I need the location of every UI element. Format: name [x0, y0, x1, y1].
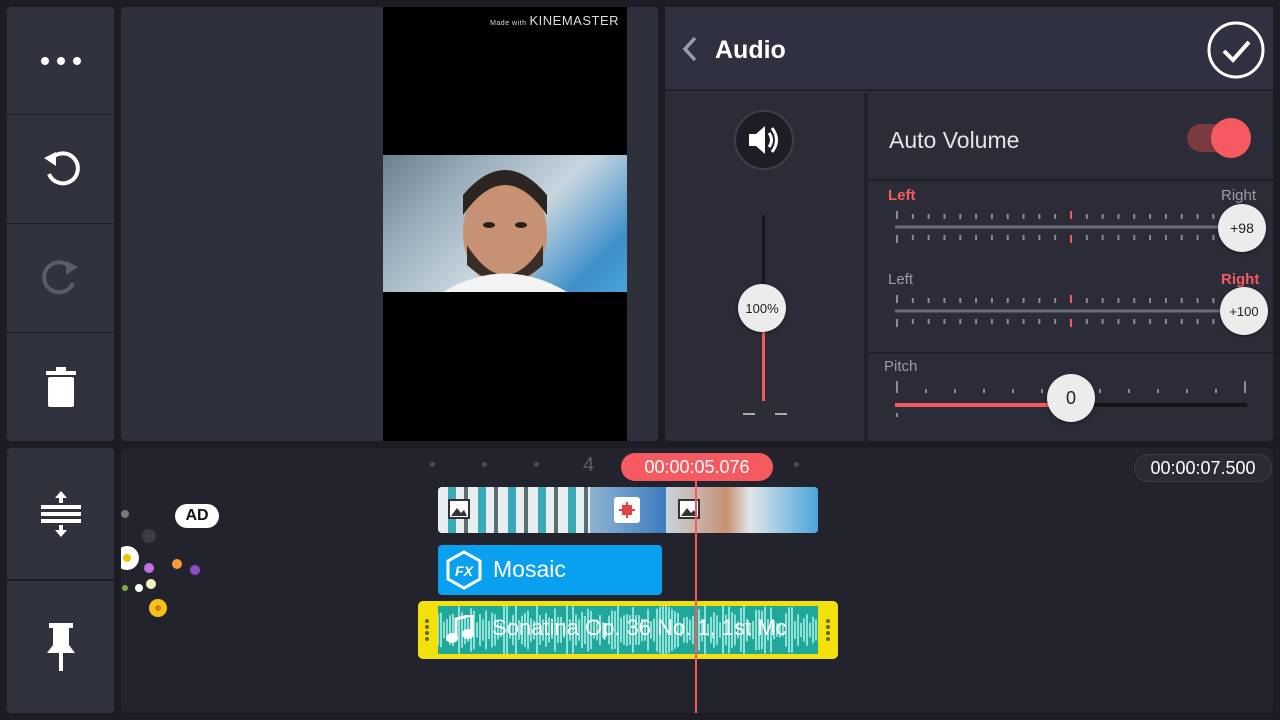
more-icon [39, 55, 83, 67]
divider [868, 179, 1273, 181]
fx-icon: FX [444, 550, 484, 595]
track-height-icon [40, 490, 81, 537]
ruler-dot [482, 462, 487, 467]
speaker-icon[interactable] [733, 109, 795, 176]
music-note-icon [446, 613, 474, 650]
pan1-left-label: Left [888, 187, 916, 204]
trim-handle-right[interactable] [825, 618, 831, 647]
pin-icon [45, 623, 77, 671]
delete-button[interactable] [7, 333, 114, 441]
audio-clip-label: Sonatina Op. 36 No. 1, 1st Mc [492, 615, 787, 640]
undo-icon [40, 148, 82, 190]
back-icon[interactable] [681, 35, 699, 68]
playhead-line[interactable] [695, 481, 697, 713]
video-thumbnail [383, 155, 627, 292]
video-preview[interactable]: Made with KINEMASTER [121, 7, 658, 441]
transition-icon[interactable] [614, 497, 640, 523]
divider [868, 352, 1273, 354]
track-height-button[interactable] [7, 448, 114, 579]
audio-clip[interactable]: Sonatina Op. 36 No. 1, 1st Mc [418, 601, 838, 659]
svg-text:FX: FX [455, 563, 475, 579]
fx-clip[interactable]: FX Mosaic [438, 545, 662, 595]
pitch-slider-knob[interactable]: 0 [1047, 374, 1095, 422]
image-icon [448, 499, 470, 524]
auto-volume-toggle-knob[interactable] [1211, 118, 1251, 158]
playhead-time[interactable]: 00:00:05.076 [621, 453, 773, 481]
audio-header: Audio [665, 7, 1273, 91]
panel-title: Audio [715, 36, 786, 64]
ruler-dot [430, 462, 435, 467]
pitch-label: Pitch [884, 358, 918, 375]
confirm-button[interactable] [1207, 21, 1265, 84]
watermark: Made with KINEMASTER [490, 13, 619, 28]
volume-tick [743, 413, 755, 415]
delete-icon [44, 367, 78, 407]
divider [864, 93, 868, 441]
ruler-dot [794, 462, 799, 467]
pan1-slider[interactable] [895, 207, 1247, 247]
pan2-right-label: Right [1221, 271, 1260, 288]
trim-handle-left[interactable] [424, 618, 430, 647]
ruler-dot [534, 462, 539, 467]
pan2-left-label: Left [888, 271, 914, 288]
pan2-ticks [895, 295, 1247, 327]
volume-slider-knob[interactable]: 100% [738, 284, 786, 332]
pin-button[interactable] [7, 581, 114, 713]
video-frame: Made with KINEMASTER [383, 7, 627, 441]
flowers-sticker [115, 508, 211, 625]
fx-clip-label: Mosaic [493, 556, 566, 582]
pan2-slider-knob[interactable]: +100 [1220, 287, 1268, 335]
auto-volume-label: Auto Volume [889, 127, 1020, 153]
video-clip[interactable] [438, 487, 818, 533]
redo-icon [40, 257, 82, 299]
pan1-right-label: Right [1221, 187, 1257, 204]
pan2-slider[interactable] [895, 291, 1247, 331]
redo-button[interactable] [7, 224, 114, 332]
audio-panel: Audio 100% Auto Volume Left Right +98 Le… [665, 7, 1273, 441]
volume-tick [775, 413, 787, 415]
total-time: 00:00:07.500 [1134, 454, 1272, 482]
more-button[interactable] [7, 7, 114, 114]
pan1-ticks [895, 211, 1247, 243]
pan1-slider-knob[interactable]: +98 [1218, 204, 1266, 252]
timeline[interactable]: 4 00:00:05.076 00:00:07.500 AD FX Mosaic… [115, 448, 1273, 713]
ruler-marker: 4 [583, 454, 595, 476]
undo-button[interactable] [7, 115, 114, 223]
